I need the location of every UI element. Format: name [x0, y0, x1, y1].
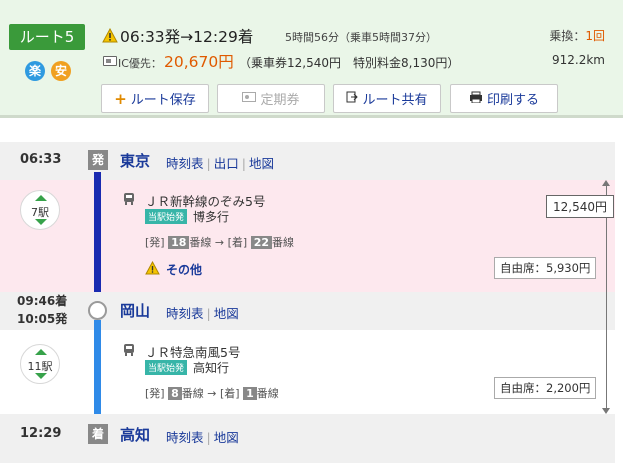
dep-platform-number: 8 [168, 387, 182, 400]
print-label: 印刷する [486, 93, 539, 108]
print-button[interactable]: 印刷する [450, 84, 558, 113]
dep-platform-suffix: 番線 [189, 236, 212, 249]
fare-breakdown: （乗車券12,540円 特別料金8,130円） [239, 56, 460, 70]
stop-count: 11駅 [27, 360, 53, 373]
transfer-node [88, 301, 107, 320]
commuter-pass-button[interactable]: 定期券 [217, 84, 325, 113]
save-route-label: ルート保存 [130, 93, 196, 108]
share-route-button[interactable]: ルート共有 [333, 84, 441, 113]
badge-easy: 楽 [25, 61, 45, 81]
map-link[interactable]: 地図 [214, 430, 239, 445]
chevron-down-icon [35, 373, 47, 379]
station-name-kochi[interactable]: 高知 [120, 424, 150, 445]
route-timeline: 06:33 発 東京 時刻表 | 出口 | 地図 7駅 ＪＲ新幹線のぞみ5号 当駅始発 … [0, 142, 623, 463]
arrival-time-okayama: 09:46着 [17, 294, 68, 308]
total-fare: 20,670円 [164, 53, 234, 71]
ic-card-icon [103, 56, 117, 66]
plus-icon: + [114, 89, 127, 108]
arr-platform-number: 22 [250, 236, 273, 249]
stop-count: 7駅 [31, 206, 49, 219]
departure-arrival-times: 06:33発→12:29着 [120, 28, 254, 46]
dep-label: [発] [145, 236, 165, 249]
platform-info: [発] 18 番線 → [着] 22 番線 [145, 236, 295, 249]
station-links-okayama: 時刻表 | 地図 [166, 306, 239, 321]
segment-limited-express [0, 330, 615, 414]
route-summary: ルート5 楽 安 06:33発→12:29着 5時間56分（乗車5時間37分） … [0, 0, 623, 118]
station-links-tokyo: 時刻表 | 出口 | 地図 [166, 156, 274, 171]
transfer-count: 乗換：1回 [549, 27, 605, 44]
map-link[interactable]: 地図 [214, 306, 239, 321]
stop-count-toggle-2[interactable]: 11駅 [20, 344, 60, 384]
origin-tag: 当駅始発 [145, 360, 188, 375]
arr-label: [着] [227, 236, 248, 249]
total-duration: 5時間56分（乗車5時間37分） [285, 31, 437, 44]
dep-platform-number: 18 [168, 236, 190, 249]
other-info-link[interactable]: その他 [166, 261, 202, 278]
chevron-down-icon [35, 219, 47, 225]
train-icon [124, 344, 134, 356]
platform-info: [発] 8 番線 → [着] 1 番線 [145, 387, 279, 400]
stop-count-toggle-1[interactable]: 7駅 [20, 190, 60, 230]
train-destination: 高知行 [193, 361, 230, 375]
dep-label: [発] [145, 387, 165, 400]
timetable-link[interactable]: 時刻表 [166, 156, 204, 171]
share-route-label: ルート共有 [362, 93, 428, 108]
arr-label: [着] [219, 387, 240, 400]
total-distance: 912.2km [552, 53, 605, 67]
arr-platform-suffix: 番線 [256, 387, 279, 400]
train-destination: 博多行 [193, 210, 230, 224]
chevron-up-icon [35, 349, 47, 355]
arrival-time: 12:29 [20, 426, 62, 441]
station-links-kochi: 時刻表 | 地図 [166, 430, 239, 445]
arr-platform-suffix: 番線 [272, 236, 295, 249]
arr-platform-number: 1 [243, 387, 257, 400]
train-icon [124, 193, 134, 205]
warning-icon [145, 261, 160, 275]
route-result-page: ルート5 楽 安 06:33発→12:29着 5時間56分（乗車5時間37分） … [0, 0, 623, 463]
printer-icon [469, 91, 483, 107]
ic-priority-label: IC優先： [118, 57, 162, 70]
dep-platform-suffix: 番線 [181, 387, 204, 400]
seat-fare-1: 自由席：5,930円 [494, 257, 597, 279]
warning-icon [102, 28, 118, 43]
station-name-tokyo[interactable]: 東京 [120, 150, 150, 171]
limited-express-line [94, 320, 101, 428]
commuter-pass-label: 定期券 [260, 93, 300, 108]
exit-link[interactable]: 出口 [214, 156, 239, 171]
share-icon [346, 90, 359, 107]
transfer-number: 1回 [585, 29, 605, 43]
fare-range-arrow-down [602, 408, 610, 414]
map-link[interactable]: 地図 [249, 156, 274, 171]
departure-time: 06:33 [20, 152, 62, 167]
arrival-tag: 着 [88, 424, 108, 444]
ticket-fare-box: 12,540円 [546, 195, 614, 218]
timetable-link[interactable]: 時刻表 [166, 306, 204, 321]
save-route-button[interactable]: + ルート保存 [101, 84, 209, 113]
pass-card-icon [242, 91, 257, 107]
transfer-label: 乗換： [549, 29, 586, 43]
departure-time-okayama: 10:05発 [17, 312, 68, 326]
route-number-badge: ルート5 [9, 24, 85, 50]
chevron-up-icon [35, 195, 47, 201]
timetable-link[interactable]: 時刻表 [166, 430, 204, 445]
badge-cheap: 安 [51, 61, 71, 81]
station-name-okayama[interactable]: 岡山 [120, 300, 150, 321]
origin-tag: 当駅始発 [145, 209, 188, 224]
shinkansen-line [94, 172, 101, 302]
seat-fare-2: 自由席：2,200円 [494, 377, 597, 399]
departure-tag: 発 [88, 150, 108, 170]
